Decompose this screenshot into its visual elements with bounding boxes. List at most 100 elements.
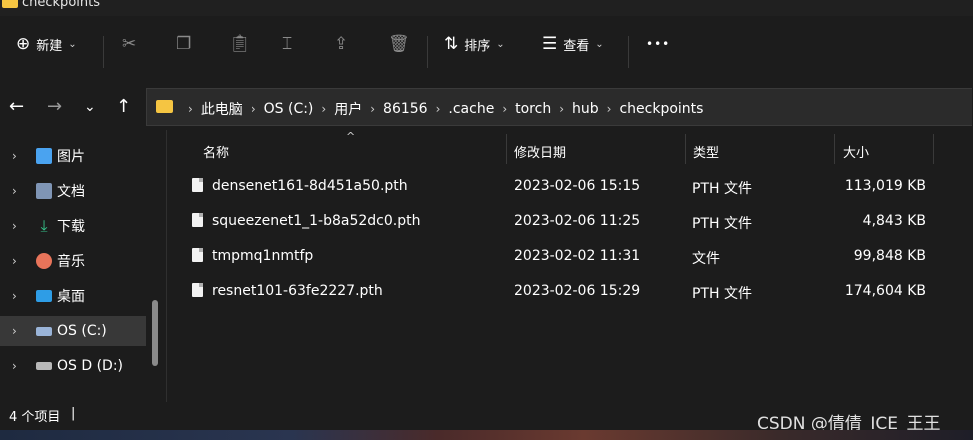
toolbar-divider bbox=[427, 36, 428, 68]
sidebar-item-pictures[interactable]: › 图片 bbox=[0, 141, 146, 171]
chevron-right-icon: › bbox=[321, 102, 327, 116]
status-separator: | bbox=[71, 406, 76, 421]
column-header-size[interactable]: 大小 bbox=[843, 142, 869, 161]
sidebar-item-label: 图片 bbox=[57, 149, 85, 165]
breadcrumb-item[interactable]: torch bbox=[515, 101, 551, 117]
chevron-right-icon: › bbox=[502, 102, 508, 116]
file-type: PTH 文件 bbox=[692, 286, 752, 302]
new-button[interactable]: ⊕ 新建 ⌄ bbox=[16, 28, 77, 60]
sort-label: 排序 bbox=[464, 38, 491, 54]
documents-icon bbox=[36, 183, 52, 199]
sidebar-item-label: OS (C:) bbox=[57, 323, 107, 339]
file-row[interactable]: densenet161-8d451a50.pth 2023-02-06 15:1… bbox=[180, 170, 960, 204]
breadcrumb-item[interactable]: .cache bbox=[448, 101, 494, 117]
music-icon bbox=[36, 253, 52, 269]
breadcrumb-item[interactable]: hub bbox=[572, 101, 599, 117]
chevron-right-icon[interactable]: › bbox=[12, 184, 30, 198]
paste-button[interactable]: 📋︎ bbox=[229, 28, 257, 60]
back-button[interactable]: ← bbox=[9, 96, 24, 117]
breadcrumb-item[interactable]: 86156 bbox=[383, 101, 428, 117]
file-row[interactable]: tmpmq1nmtfp 2023-02-02 11:31 文件 99,848 K… bbox=[180, 240, 960, 274]
share-icon: ⇪ bbox=[334, 34, 349, 54]
column-divider[interactable] bbox=[506, 134, 507, 164]
new-label: 新建 bbox=[36, 38, 63, 54]
desktop-icon bbox=[36, 290, 52, 302]
chevron-right-icon: › bbox=[435, 102, 441, 116]
chevron-down-icon: ⌄ bbox=[68, 38, 77, 50]
scrollbar-thumb[interactable] bbox=[152, 300, 158, 366]
column-header-name[interactable]: 名称 bbox=[203, 142, 229, 161]
breadcrumb-item[interactable]: 此电脑 bbox=[201, 99, 243, 119]
copy-button[interactable]: ❐ bbox=[176, 28, 197, 60]
copy-icon: ❐ bbox=[176, 34, 192, 54]
sidebar-item-desktop[interactable]: › 桌面 bbox=[0, 281, 146, 311]
breadcrumb-item[interactable]: checkpoints bbox=[619, 101, 703, 117]
file-type: PTH 文件 bbox=[692, 181, 752, 197]
sidebar-item-music[interactable]: › 音乐 bbox=[0, 246, 146, 276]
share-button[interactable]: ⇪ bbox=[334, 28, 354, 60]
chevron-right-icon: › bbox=[606, 102, 612, 116]
sidebar-item-label: 下载 bbox=[57, 219, 85, 235]
up-button[interactable]: ↑ bbox=[116, 96, 131, 117]
sort-button[interactable]: ⇅ 排序 ⌄ bbox=[444, 28, 505, 60]
chevron-right-icon: › bbox=[370, 102, 376, 116]
pane-divider[interactable] bbox=[166, 130, 167, 402]
chevron-right-icon[interactable]: › bbox=[12, 289, 30, 303]
sidebar-item-drive-c[interactable]: › OS (C:) bbox=[0, 316, 146, 346]
view-list-icon: ☰ bbox=[542, 34, 558, 54]
sidebar-item-documents[interactable]: › 文档 bbox=[0, 176, 146, 206]
breadcrumb-item[interactable]: OS (C:) bbox=[264, 101, 314, 117]
sort-ascending-icon: ^ bbox=[346, 130, 356, 143]
sidebar-item-drive-d[interactable]: › OS D (D:) bbox=[0, 351, 146, 381]
downloads-icon: ⤓ bbox=[40, 216, 48, 235]
rename-icon: ⌶ bbox=[282, 34, 293, 54]
more-icon: ••• bbox=[646, 37, 671, 51]
chevron-right-icon: › bbox=[188, 102, 193, 116]
drive-d-icon bbox=[36, 362, 52, 370]
file-name: tmpmq1nmtfp bbox=[212, 248, 314, 264]
column-header-type[interactable]: 类型 bbox=[693, 142, 719, 161]
chevron-down-icon: ⌄ bbox=[84, 99, 96, 115]
background-strip bbox=[0, 430, 973, 440]
file-date: 2023-02-06 15:29 bbox=[514, 283, 641, 299]
file-size: 174,604 KB bbox=[844, 283, 926, 299]
chevron-right-icon: › bbox=[250, 102, 256, 116]
chevron-right-icon[interactable]: › bbox=[12, 219, 30, 233]
column-divider[interactable] bbox=[933, 134, 934, 164]
more-options-button[interactable]: ••• bbox=[646, 28, 670, 60]
sidebar-item-label: OS D (D:) bbox=[57, 358, 124, 374]
forward-button[interactable]: → bbox=[47, 96, 62, 117]
cut-button[interactable]: ✂ bbox=[122, 28, 142, 60]
sidebar-item-downloads[interactable]: › ⤓ 下载 bbox=[0, 211, 146, 241]
file-row[interactable]: squeezenet1_1-b8a52dc0.pth 2023-02-06 11… bbox=[180, 205, 960, 239]
chevron-down-icon: ⌄ bbox=[595, 38, 604, 50]
file-row[interactable]: resnet101-63fe2227.pth 2023-02-06 15:29 … bbox=[180, 275, 960, 309]
arrow-left-icon: ← bbox=[9, 96, 25, 117]
file-size: 4,843 KB bbox=[862, 213, 926, 229]
column-header-date[interactable]: 修改日期 bbox=[514, 142, 566, 161]
file-size: 99,848 KB bbox=[853, 248, 926, 264]
chevron-right-icon[interactable]: › bbox=[12, 359, 30, 373]
chevron-right-icon[interactable]: › bbox=[12, 254, 30, 268]
chevron-right-icon[interactable]: › bbox=[12, 149, 30, 163]
plus-circle-icon: ⊕ bbox=[16, 34, 31, 54]
view-button[interactable]: ☰ 查看 ⌄ bbox=[542, 28, 604, 60]
file-name: densenet161-8d451a50.pth bbox=[212, 178, 408, 194]
file-type: 文件 bbox=[692, 251, 720, 267]
chevron-right-icon: › bbox=[559, 102, 565, 116]
breadcrumb-item[interactable]: 用户 bbox=[334, 99, 362, 119]
chevron-right-icon[interactable]: › bbox=[12, 324, 30, 338]
rename-button[interactable]: ⌶ bbox=[282, 28, 298, 60]
pictures-icon bbox=[36, 148, 52, 164]
trash-icon: 🗑︎ bbox=[388, 34, 410, 54]
sort-icon: ⇅ bbox=[444, 34, 459, 54]
file-name: squeezenet1_1-b8a52dc0.pth bbox=[212, 213, 421, 229]
delete-button[interactable]: 🗑︎ bbox=[388, 28, 416, 60]
title-bar bbox=[0, 0, 973, 16]
file-size: 113,019 KB bbox=[844, 178, 926, 194]
recent-locations-button[interactable]: ⌄ bbox=[84, 99, 96, 115]
arrow-right-icon: → bbox=[47, 96, 63, 117]
column-divider[interactable] bbox=[834, 134, 835, 164]
column-divider[interactable] bbox=[685, 134, 686, 164]
scissors-icon: ✂ bbox=[122, 34, 137, 54]
